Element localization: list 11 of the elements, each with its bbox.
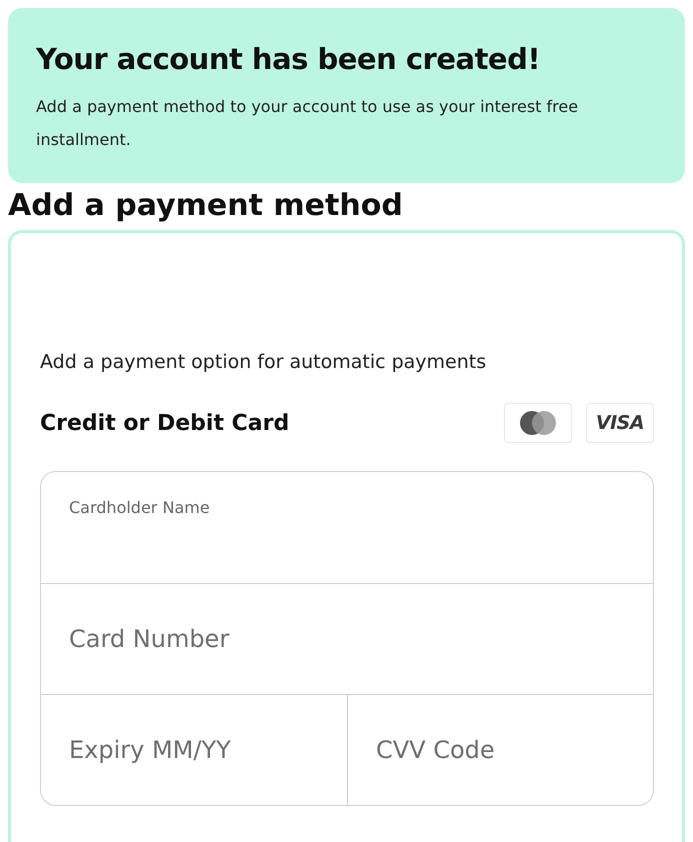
input-field[interactable]: Card Number <box>69 625 625 653</box>
toast-message: Add a payment method to your account to use as your interest free installment. <box>36 96 580 151</box>
visa-label: VISA <box>596 412 644 434</box>
input-field[interactable]: CVV Code <box>376 736 625 764</box>
toast-title: Your account has been created! <box>36 42 542 76</box>
input-field[interactable]: Expiry MM/YY <box>69 736 319 764</box>
page-heading: Add a payment method <box>8 188 404 224</box>
overlapping-circles-icon <box>518 410 558 436</box>
field-label: Cardholder Name <box>69 498 211 517</box>
intro-text: Add a payment option for automatic payments <box>40 351 488 373</box>
section-title: Credit or Debit Card <box>40 410 290 436</box>
